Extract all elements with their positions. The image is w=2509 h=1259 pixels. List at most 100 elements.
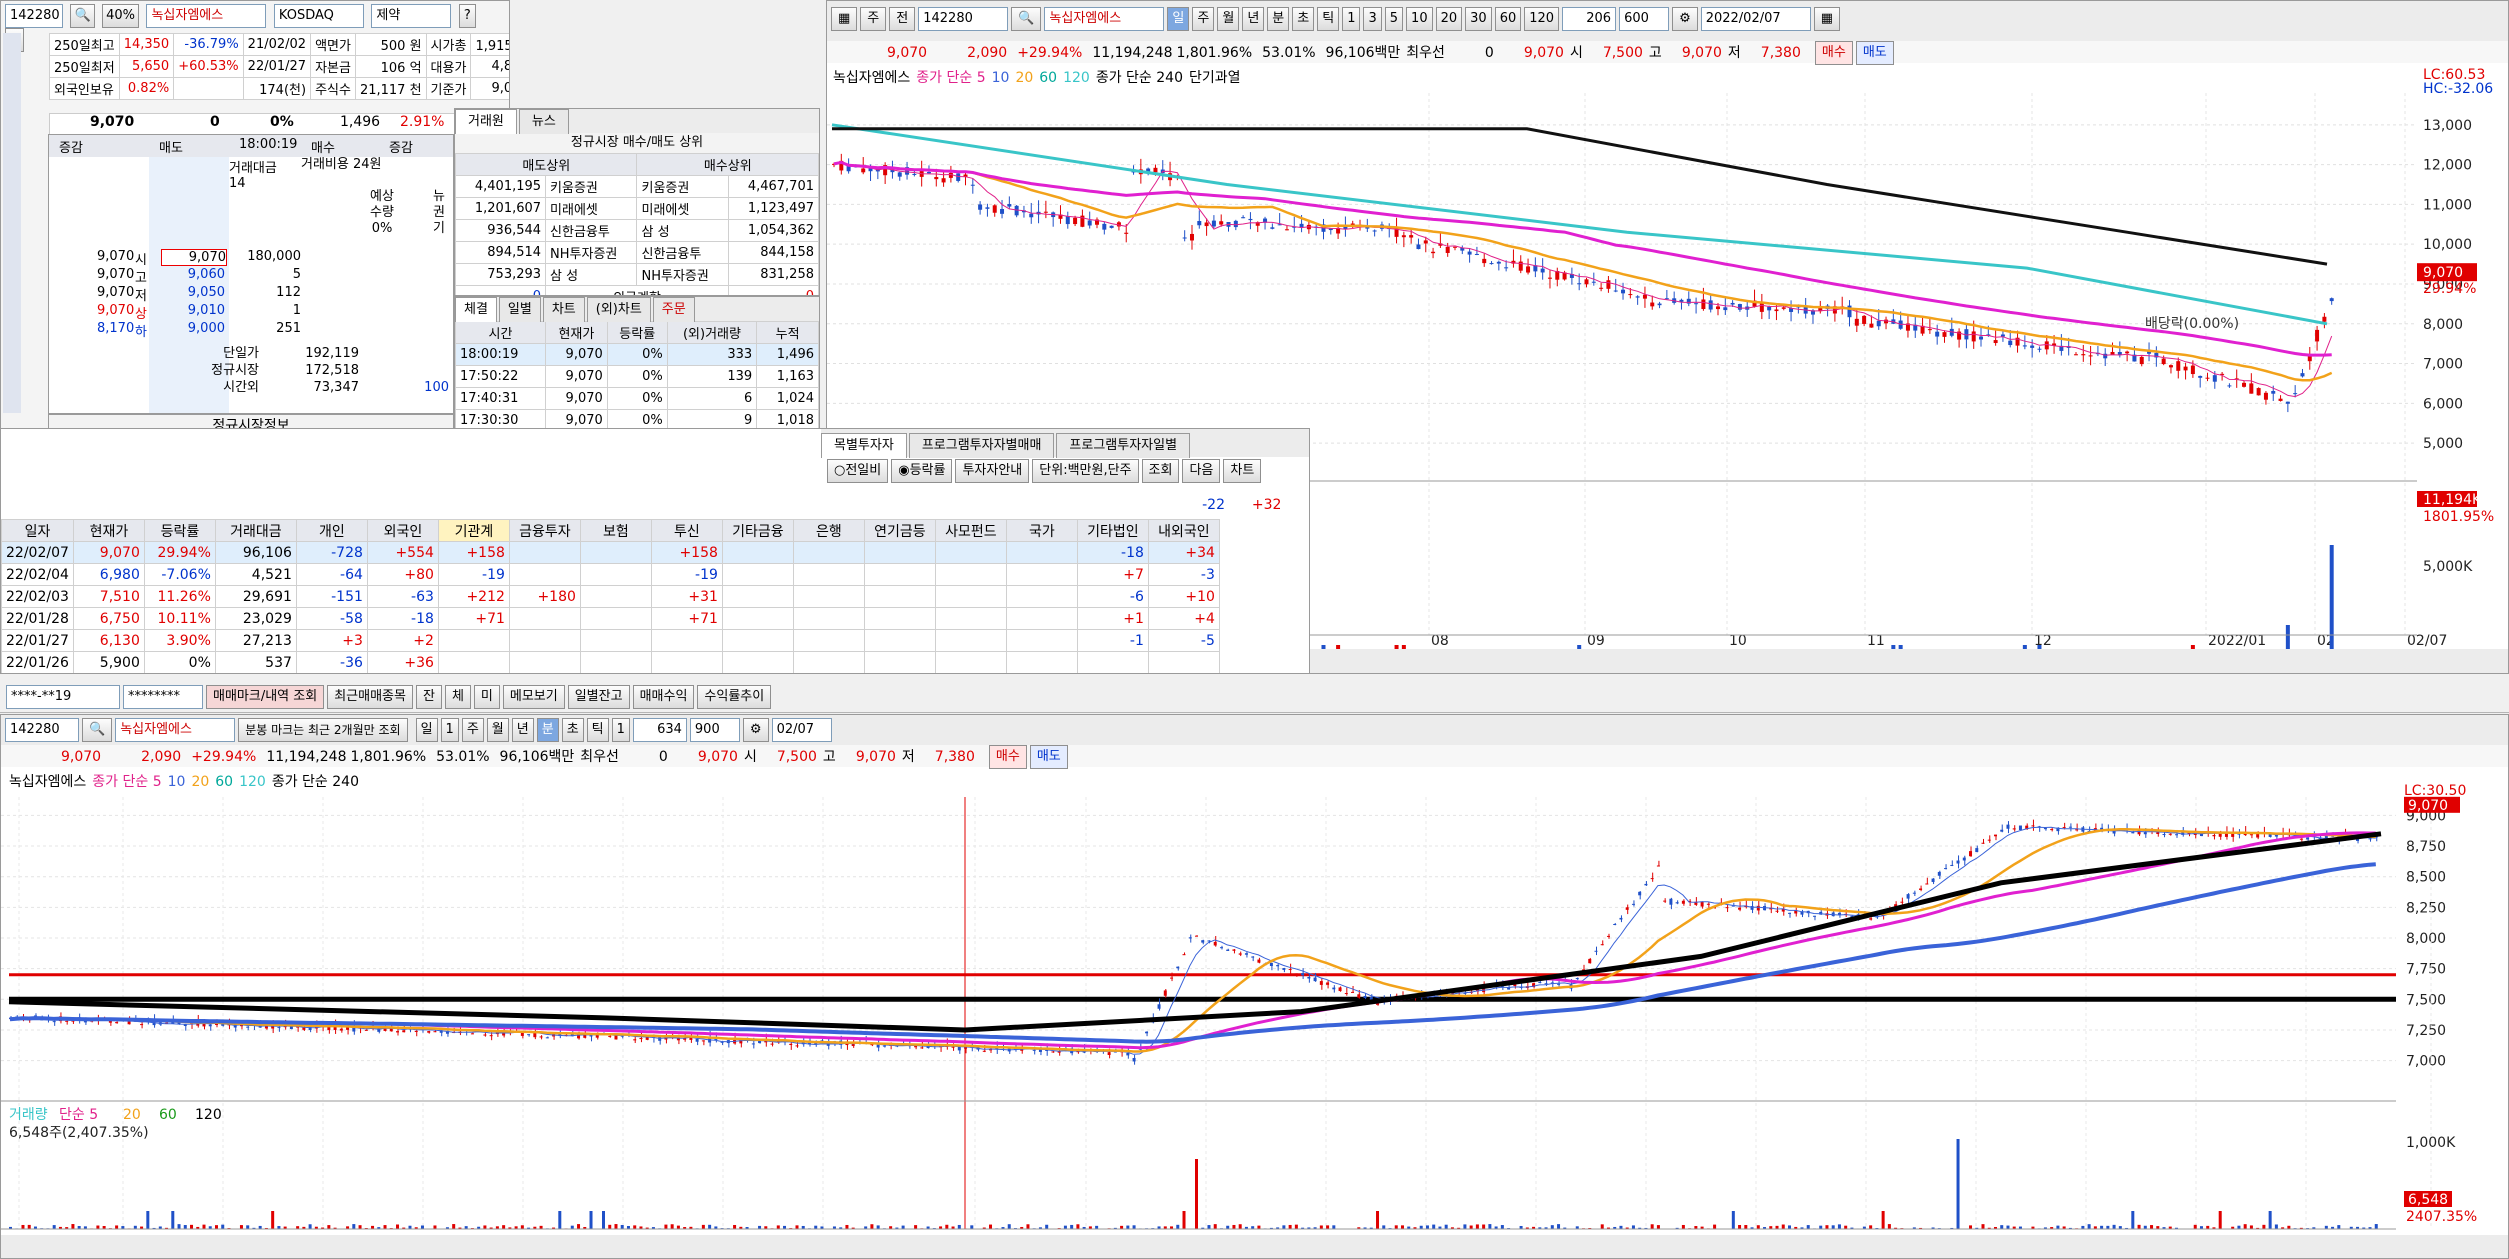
minute-stock-name[interactable]: 녹십자엠에스 xyxy=(115,718,236,742)
investor-row[interactable]: 22/02/03 7,510 11.26% 29,691 -151 -63 +212 +180… xyxy=(1,585,1220,608)
minute-chart-svg[interactable]: 9,0008,7508,5008,2508,0007,7507,5007,250… xyxy=(1,767,2508,1235)
summary-bid-price[interactable]: 9,070 xyxy=(161,249,227,266)
investor-header[interactable]: 일자 xyxy=(1,519,74,542)
investor-row[interactable]: 22/01/27 6,130 3.90% 27,213 +3 +2 -1 -5 xyxy=(1,629,1220,652)
minute-top-button-6[interactable]: 일별잔고 xyxy=(567,685,630,709)
minute-period-0[interactable]: 일 xyxy=(415,718,438,742)
minute-search-icon[interactable]: 🔍 xyxy=(82,718,113,742)
investor-row[interactable]: 22/01/26 5,900 0% 537 -36 +36 xyxy=(1,651,1220,673)
broker-row[interactable]: 894,514 NH투자증권 신한금융투 844,158 xyxy=(455,241,819,264)
daily-period-10[interactable]: 10 xyxy=(1406,7,1433,31)
trade-tab[interactable]: 차트 xyxy=(542,297,585,322)
broker-tab[interactable]: 뉴스 xyxy=(518,109,569,134)
minute-count-input[interactable]: 634 xyxy=(632,718,687,742)
investor-header[interactable]: 국가 xyxy=(1005,519,1078,542)
daily-up-button[interactable]: 주 xyxy=(860,7,887,31)
minute-period-6[interactable]: 초 xyxy=(561,718,584,742)
broker-row[interactable]: 753,293 삼 성 NH투자증권 831,258 xyxy=(455,263,819,286)
daily-period-5[interactable]: 초 xyxy=(1292,7,1315,31)
sell-button[interactable]: 매도 xyxy=(1029,745,1068,769)
broker-tab[interactable]: 거래원 xyxy=(455,109,517,134)
investor-radio[interactable]: ◉등락률 xyxy=(891,459,953,483)
buy-button[interactable]: 매수 xyxy=(1814,41,1853,65)
daily-period-14[interactable]: 120 xyxy=(1524,7,1560,31)
daily-period-6[interactable]: 틱 xyxy=(1317,7,1340,31)
buy-button[interactable]: 매수 xyxy=(988,745,1027,769)
investor-header[interactable]: 거래대금 xyxy=(214,519,297,542)
minute-period-8[interactable]: 1 xyxy=(611,718,630,742)
summary-bid-price[interactable]: 9,050 xyxy=(161,285,225,300)
investor-header[interactable]: 등락률 xyxy=(143,519,216,542)
trade-tab[interactable]: (외)차트 xyxy=(586,297,651,322)
sell-button[interactable]: 매도 xyxy=(1855,41,1894,65)
minute-top-button-0[interactable]: 매매마크/내역 조회 xyxy=(206,685,325,709)
account-select[interactable]: ****-**19 xyxy=(6,685,120,709)
daily-period-8[interactable]: 3 xyxy=(1363,7,1382,31)
investor-tab[interactable]: 목별투자자 xyxy=(821,433,907,458)
news-indicator[interactable]: 기 xyxy=(433,221,451,237)
daily-period-13[interactable]: 60 xyxy=(1494,7,1522,31)
news-indicator[interactable]: 뉴 xyxy=(433,189,451,205)
daily-code-input[interactable]: 142280 xyxy=(918,7,1009,31)
investor-option-button[interactable]: 차트 xyxy=(1223,459,1262,483)
daily-period-4[interactable]: 분 xyxy=(1267,7,1290,31)
stock-code-input[interactable]: 142280 xyxy=(5,4,63,28)
daily-period-7[interactable]: 1 xyxy=(1342,7,1361,31)
minute-period-4[interactable]: 년 xyxy=(511,718,534,742)
investor-header[interactable]: 외국인 xyxy=(366,519,439,542)
investor-header[interactable]: 사모펀드 xyxy=(934,519,1007,542)
investor-header[interactable]: 보험 xyxy=(579,519,652,542)
investor-tab[interactable]: 프로그램투자자별매매 xyxy=(908,433,1055,458)
investor-header[interactable]: 현재가 xyxy=(72,519,145,542)
investor-header[interactable]: 금융투자 xyxy=(508,519,581,542)
search-icon[interactable]: 🔍 xyxy=(70,4,95,28)
investor-header[interactable]: 개인 xyxy=(295,519,368,542)
investor-row[interactable]: 22/01/28 6,750 10.11% 23,029 -58 -18 +71 +71 +1 +… xyxy=(1,607,1220,630)
password-field[interactable]: ******** xyxy=(123,685,203,709)
daily-period-1[interactable]: 주 xyxy=(1192,7,1215,31)
stock-name-field[interactable]: 녹십자엠에스 xyxy=(146,4,267,28)
daily-date-input[interactable]: 2022/02/07 xyxy=(1700,7,1811,31)
investor-header[interactable]: 연기금등 xyxy=(863,519,936,542)
summary-bid-price[interactable]: 9,010 xyxy=(161,303,225,318)
investor-header[interactable]: 기관계 xyxy=(437,519,510,542)
minute-top-button-2[interactable]: 잔 xyxy=(415,685,442,709)
daily-period-2[interactable]: 월 xyxy=(1217,7,1240,31)
minute-settings-icon[interactable]: ⚙ xyxy=(742,718,769,742)
news-indicators[interactable]: 뉴권기 xyxy=(433,189,451,237)
investor-header[interactable]: 기타법인 xyxy=(1076,519,1149,542)
daily-period-12[interactable]: 30 xyxy=(1465,7,1492,31)
investor-header[interactable]: 기타금융 xyxy=(721,519,794,542)
investor-option-button[interactable]: 다음 xyxy=(1182,459,1221,483)
investor-header[interactable]: 투신 xyxy=(650,519,723,542)
trade-tab[interactable]: 주문 xyxy=(652,297,695,322)
news-indicator[interactable]: 권 xyxy=(433,205,451,221)
daily-calendar-icon[interactable]: ▦ xyxy=(1813,7,1841,31)
minute-period-5[interactable]: 분 xyxy=(536,718,559,742)
investor-tab[interactable]: 프로그램투자자일별 xyxy=(1056,433,1191,458)
broker-row[interactable]: 1,201,607 미래에셋 미래에셋 1,123,497 xyxy=(455,197,819,220)
daily-settings-icon[interactable]: ⚙ xyxy=(1672,7,1698,31)
minute-scroll-bar[interactable] xyxy=(1,1235,2508,1258)
daily-period-3[interactable]: 년 xyxy=(1242,7,1265,31)
daily-search-icon[interactable]: 🔍 xyxy=(1011,7,1042,31)
investor-header[interactable]: 내외국인 xyxy=(1147,519,1220,542)
broker-row[interactable]: 4,401,195 키움증권 키움증권 4,467,701 xyxy=(455,175,819,198)
side-toolbar[interactable] xyxy=(3,33,21,413)
investor-row[interactable]: 22/02/07 9,070 29.94% 96,106 -728 +554 +158 +15… xyxy=(1,541,1220,564)
investor-header[interactable]: 은행 xyxy=(792,519,865,542)
daily-period-9[interactable]: 5 xyxy=(1384,7,1404,31)
investor-row[interactable]: 22/02/04 6,980 -7.06% 4,521 -64 +80 -19 -19 +7 -3 xyxy=(1,563,1220,586)
investor-option-button[interactable]: 조회 xyxy=(1141,459,1180,483)
broker-row[interactable]: 936,544 신한금융투 삼 성 1,054,362 xyxy=(455,219,819,242)
minute-top-button-8[interactable]: 수익률추이 xyxy=(697,685,772,709)
minute-top-button-5[interactable]: 메모보기 xyxy=(502,685,565,709)
daily-grid-icon[interactable]: ▦ xyxy=(831,7,858,31)
daily-jeon-button[interactable]: 전 xyxy=(889,7,916,31)
daily-period-0[interactable]: 일 xyxy=(1167,7,1190,31)
minute-date-input[interactable]: 02/07 xyxy=(771,718,832,742)
minute-period-1[interactable]: 1 xyxy=(440,718,459,742)
trade-tab[interactable]: 체결 xyxy=(455,297,497,322)
minute-top-button-1[interactable]: 최근매매종목 xyxy=(327,685,413,709)
minute-top-button-3[interactable]: 체 xyxy=(444,685,471,709)
